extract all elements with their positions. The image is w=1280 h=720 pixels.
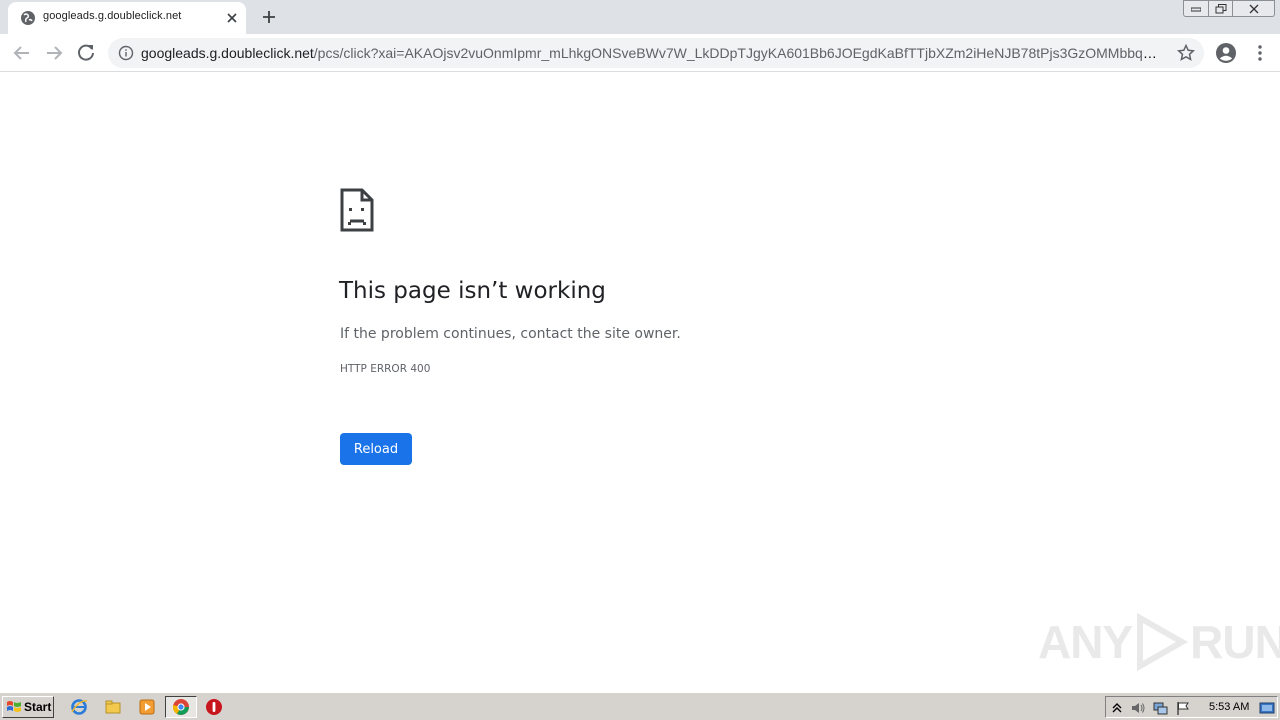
browser-toolbar: googleads.g.doubleclick.net/pcs/click?xa… bbox=[0, 34, 1280, 72]
stop-icon[interactable] bbox=[205, 698, 223, 716]
show-desktop-icon[interactable] bbox=[1259, 700, 1275, 716]
chevron-up-icon[interactable] bbox=[1109, 700, 1125, 716]
close-icon[interactable] bbox=[224, 10, 240, 26]
restore-icon bbox=[1215, 3, 1226, 13]
address-bar[interactable]: googleads.g.doubleclick.net/pcs/click?xa… bbox=[108, 38, 1204, 68]
error-message: If the problem continues, contact the si… bbox=[340, 326, 681, 342]
speaker-icon[interactable] bbox=[1130, 700, 1146, 716]
watermark: ANY RUN bbox=[1038, 612, 1280, 672]
account-icon[interactable] bbox=[1214, 41, 1238, 65]
start-button[interactable]: Start bbox=[2, 696, 54, 718]
close-icon bbox=[1249, 4, 1258, 13]
reload-button[interactable]: Reload bbox=[340, 433, 412, 465]
browser-tab[interactable]: googleads.g.doubleclick.net bbox=[8, 2, 246, 34]
error-heading: This page isn’t working bbox=[339, 278, 606, 304]
info-icon[interactable] bbox=[118, 45, 134, 61]
flag-icon[interactable] bbox=[1175, 700, 1191, 716]
star-icon[interactable] bbox=[1176, 43, 1196, 63]
sad-document-icon bbox=[340, 188, 374, 232]
error-code: HTTP ERROR 400 bbox=[340, 363, 431, 375]
kebab-menu-icon[interactable] bbox=[1250, 43, 1270, 63]
url-path: /pcs/click?xai=AKAOjsv2vuOnmIpmr_mLhkgON… bbox=[313, 45, 1165, 61]
chrome-icon bbox=[172, 699, 189, 715]
taskbar: Start 5:53 AM bbox=[0, 692, 1280, 720]
minimize-button[interactable] bbox=[1183, 0, 1208, 17]
arrow-right-icon[interactable] bbox=[42, 41, 66, 65]
ie-icon[interactable] bbox=[70, 698, 88, 716]
url-text[interactable]: googleads.g.doubleclick.net/pcs/click?xa… bbox=[141, 45, 1165, 61]
restore-button[interactable] bbox=[1208, 0, 1233, 17]
reload-icon[interactable] bbox=[74, 41, 98, 65]
globe-icon bbox=[21, 11, 35, 25]
page-content: This page isn’t working If the problem c… bbox=[0, 72, 1280, 692]
start-label: Start bbox=[24, 700, 52, 714]
window-close-button[interactable] bbox=[1233, 0, 1275, 17]
tab-title: googleads.g.doubleclick.net bbox=[43, 10, 182, 22]
chrome-taskbar-button[interactable] bbox=[165, 696, 197, 718]
clock: 5:53 AM bbox=[1209, 701, 1250, 713]
minimize-icon bbox=[1191, 7, 1201, 11]
new-tab-icon[interactable] bbox=[258, 6, 280, 28]
tab-strip: googleads.g.doubleclick.net bbox=[0, 0, 1280, 34]
windows-logo-icon bbox=[7, 701, 21, 712]
media-player-icon[interactable] bbox=[138, 698, 156, 716]
network-icon[interactable] bbox=[1152, 700, 1168, 716]
system-tray: 5:53 AM bbox=[1105, 696, 1278, 718]
url-host: googleads.g.doubleclick.net bbox=[141, 45, 314, 61]
watermark-text-left: ANY bbox=[1038, 616, 1133, 668]
folder-icon[interactable] bbox=[104, 698, 122, 716]
watermark-text-right: RUN bbox=[1190, 616, 1280, 668]
play-logo-icon bbox=[1137, 612, 1189, 672]
arrow-left-icon[interactable] bbox=[10, 41, 34, 65]
